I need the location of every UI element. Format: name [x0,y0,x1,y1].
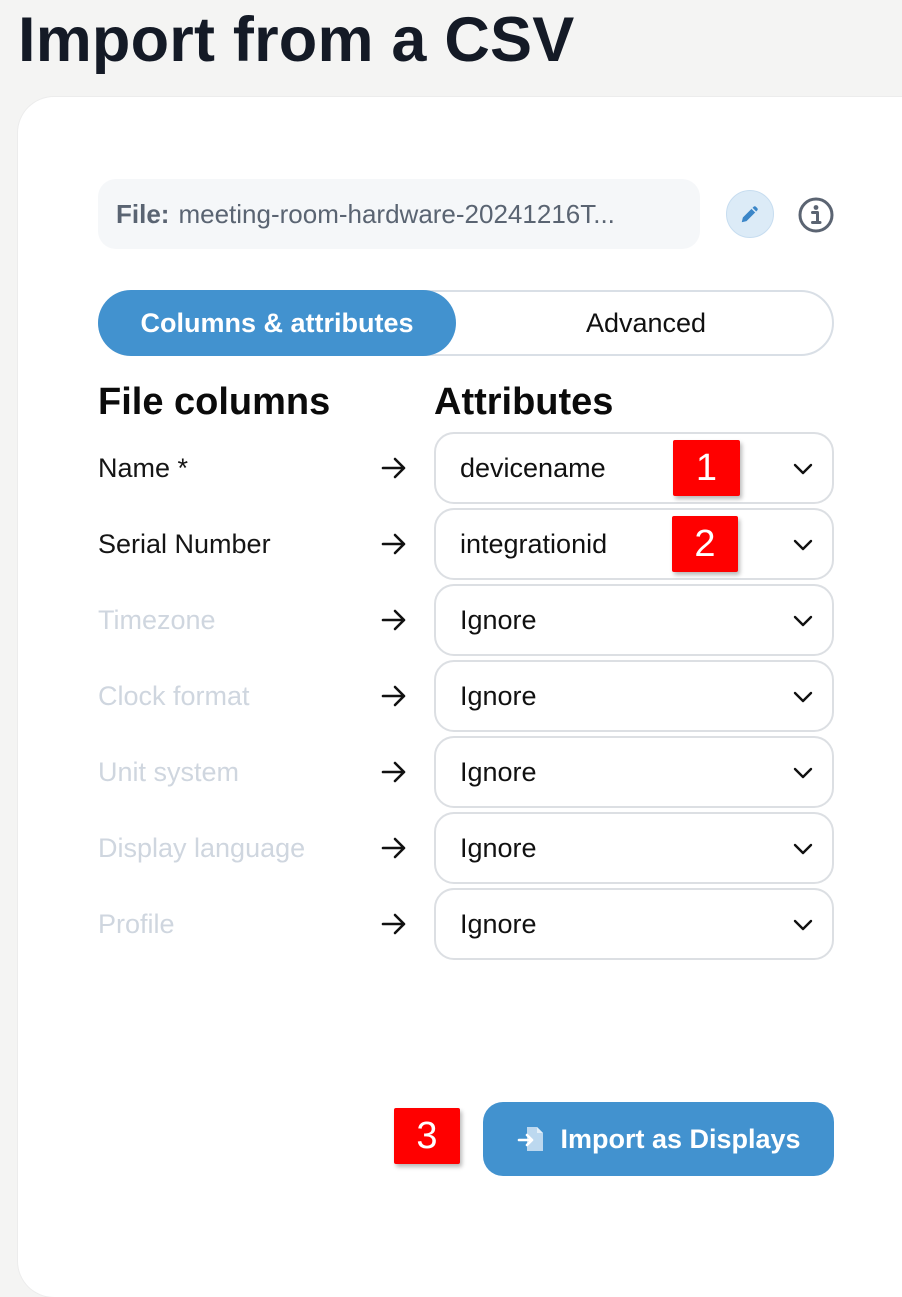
column-label: Timezone [98,605,216,635]
mapping-row: Unit system Ignore [18,734,902,810]
chevron-down-icon [793,539,813,551]
attribute-select[interactable]: devicename [434,432,834,504]
attribute-select[interactable]: Ignore [434,812,834,884]
import-as-displays-button[interactable]: Import as Displays [483,1102,834,1176]
annotation-marker-3: 3 [394,1108,460,1164]
arrow-right-icon [381,685,406,707]
attribute-select[interactable]: Ignore [434,584,834,656]
column-label: Name * [98,453,189,483]
column-label: Serial Number [98,529,271,559]
attribute-value: Ignore [460,833,537,863]
file-import-icon [518,1127,544,1151]
info-icon [798,197,834,233]
attribute-select[interactable]: Ignore [434,736,834,808]
chevron-down-icon [793,691,813,703]
attribute-select[interactable]: Ignore [434,888,834,960]
mapping-row: Display language Ignore [18,810,902,886]
attribute-value: Ignore [460,909,537,939]
arrow-right-icon [381,761,406,783]
attribute-value: Ignore [460,605,537,635]
info-button[interactable] [796,195,836,235]
column-label: Unit system [98,757,240,787]
attribute-value: Ignore [460,757,537,787]
attribute-select[interactable]: Ignore [434,660,834,732]
attribute-value: Ignore [460,681,537,711]
pencil-icon [741,206,758,223]
column-label: Profile [98,909,175,939]
chevron-down-icon [793,843,813,855]
mapping-row: Timezone Ignore [18,582,902,658]
mapping-row: Name * devicename [18,430,902,506]
attribute-value: devicename [460,453,606,483]
file-chip: File: meeting-room-hardware-20241216T... [98,179,700,249]
chevron-down-icon [793,615,813,627]
file-name: meeting-room-hardware-20241216T... [178,198,615,229]
column-label: Display language [98,833,306,863]
annotation-marker-1: 1 [673,440,740,496]
arrow-right-icon [381,457,406,479]
import-button-label: Import as Displays [560,1123,801,1154]
attribute-select[interactable]: integrationid [434,508,834,580]
mapping-row: Profile Ignore [18,886,902,962]
import-card: File: meeting-room-hardware-20241216T...… [18,97,902,1297]
edit-file-button[interactable] [726,190,774,238]
mapping-row: Serial Number integrationid [18,506,902,582]
arrow-right-icon [381,913,406,935]
tab-bar: Columns & attributes Advanced [98,290,834,356]
page-title: Import from a CSV [18,5,575,75]
attributes-heading: Attributes [434,381,614,423]
tab-advanced[interactable]: Advanced [456,290,836,356]
file-columns-heading: File columns [98,381,331,423]
arrow-right-icon [381,837,406,859]
chevron-down-icon [793,463,813,475]
mapping-row: Clock format Ignore [18,658,902,734]
arrow-right-icon [381,533,406,555]
annotation-marker-2: 2 [672,516,738,572]
column-label: Clock format [98,681,250,711]
chevron-down-icon [793,767,813,779]
tab-columns-attributes[interactable]: Columns & attributes [98,290,456,356]
attribute-value: integrationid [460,529,608,559]
arrow-right-icon [381,609,406,631]
chevron-down-icon [793,919,813,931]
file-label: File: [116,198,170,229]
